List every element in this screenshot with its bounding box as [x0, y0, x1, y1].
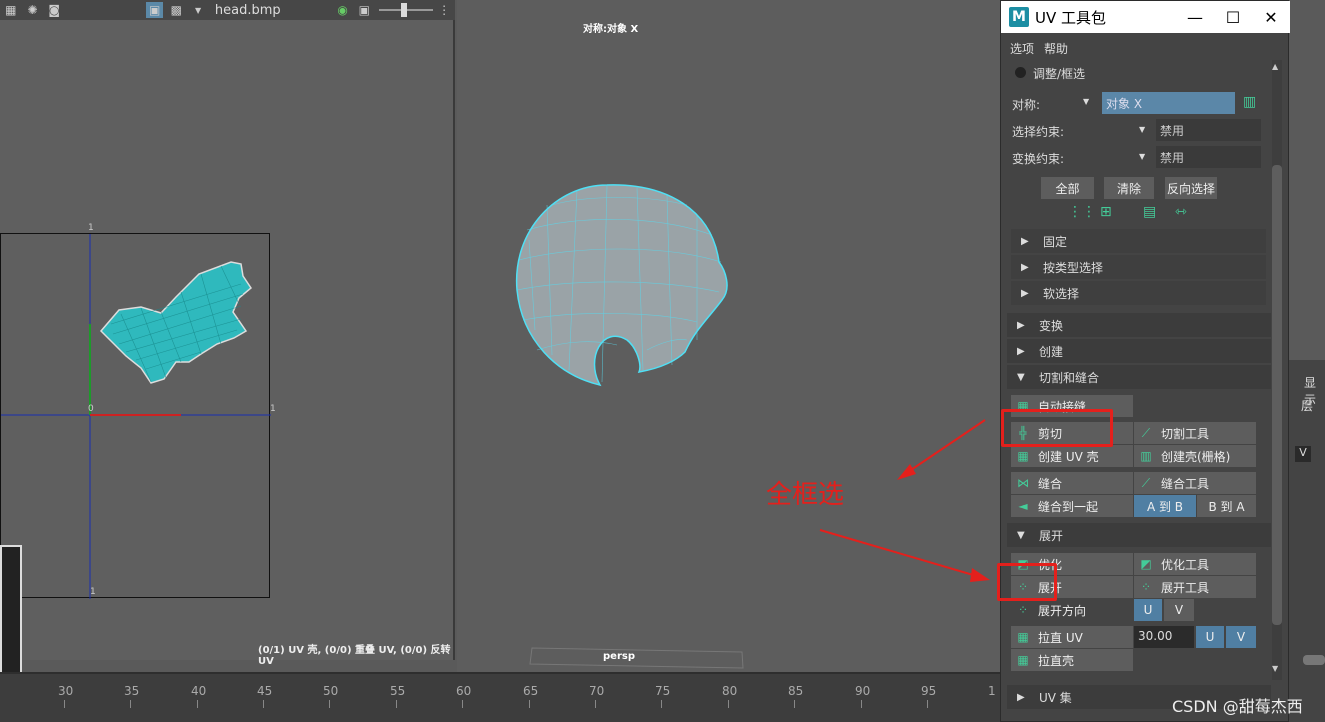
- annotation-arrows: [819, 419, 990, 582]
- watermark: CSDN @甜莓杰西: [1172, 697, 1303, 716]
- annotation-text: 全框选: [766, 480, 845, 510]
- maya-workspace: ▦ ✺ ◙ ▣ ▩ ▼ head.bmp ◉ ▣ ⋮ 1 0 1 1 (0/1)…: [0, 0, 1325, 722]
